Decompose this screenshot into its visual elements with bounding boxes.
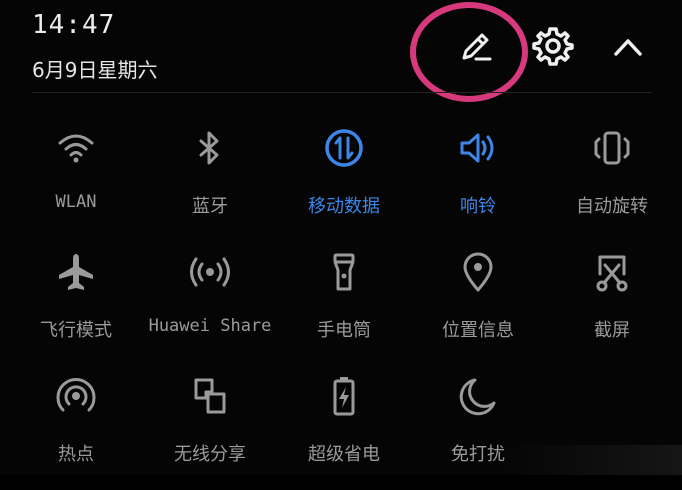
tile-label: 响铃	[460, 196, 496, 217]
speaker-icon	[454, 124, 502, 172]
tile-label: 自动旋转	[576, 196, 648, 217]
tile-do-not-disturb[interactable]: 免打扰	[414, 366, 542, 490]
header-divider	[32, 92, 652, 93]
tile-airplane-mode[interactable]: 飞行模式	[12, 242, 140, 366]
tile-label: 无线分享	[174, 444, 246, 465]
status-date: 6月9日星期六	[32, 58, 158, 82]
mobile-data-icon	[320, 124, 368, 172]
collapse-panel-button[interactable]	[604, 22, 652, 70]
tile-label: 蓝牙	[192, 196, 228, 217]
tile-label: 热点	[58, 444, 94, 465]
tile-huawei-share[interactable]: Huawei Share	[146, 242, 274, 366]
tile-label: 移动数据	[308, 196, 380, 217]
tile-hotspot[interactable]: 热点	[12, 366, 140, 490]
tile-mobile-data[interactable]: 移动数据	[280, 118, 408, 242]
huawei-share-icon	[186, 248, 234, 296]
tile-ring[interactable]: 响铃	[414, 118, 542, 242]
tile-label: 截屏	[594, 320, 630, 341]
airplane-icon	[52, 248, 100, 296]
tile-auto-rotate[interactable]: 自动旋转	[548, 118, 676, 242]
pencil-icon	[462, 33, 492, 61]
tile-location[interactable]: 位置信息	[414, 242, 542, 366]
tile-label: WLAN	[55, 192, 97, 212]
flashlight-icon	[320, 248, 368, 296]
tile-label: 位置信息	[442, 320, 514, 341]
tile-screenshot[interactable]: 截屏	[548, 242, 676, 366]
tile-label: 免打扰	[451, 444, 505, 465]
quick-settings-panel: 14:47 6月9日星期六 WLAN 蓝牙 移动数据 响铃 自动旋转 飞行模式 …	[0, 0, 682, 475]
wifi-icon	[52, 124, 100, 172]
gear-icon	[532, 27, 574, 66]
hotspot-icon	[52, 372, 100, 420]
tile-wireless-share[interactable]: 无线分享	[146, 366, 274, 490]
screenshot-icon	[588, 248, 636, 296]
tile-label: 手电筒	[317, 320, 371, 341]
tile-bluetooth[interactable]: 蓝牙	[146, 118, 274, 242]
bluetooth-icon	[186, 124, 234, 172]
tile-wlan[interactable]: WLAN	[12, 118, 140, 242]
settings-button[interactable]	[529, 22, 577, 70]
battery-saver-icon	[320, 372, 368, 420]
status-time: 14:47	[32, 10, 116, 40]
tile-battery-saver[interactable]: 超级省电	[280, 366, 408, 490]
tile-label: 飞行模式	[40, 320, 112, 341]
chevron-up-icon	[614, 39, 642, 56]
tile-label: 超级省电	[308, 444, 380, 465]
edit-tiles-button[interactable]	[452, 24, 500, 72]
location-pin-icon	[454, 248, 502, 296]
auto-rotate-icon	[588, 124, 636, 172]
moon-icon	[454, 372, 502, 420]
quick-tiles-grid: WLAN 蓝牙 移动数据 响铃 自动旋转 飞行模式 Huawei Share 手…	[12, 118, 676, 490]
tile-flashlight[interactable]: 手电筒	[280, 242, 408, 366]
tile-label: Huawei Share	[148, 316, 272, 336]
wireless-share-icon	[186, 372, 234, 420]
